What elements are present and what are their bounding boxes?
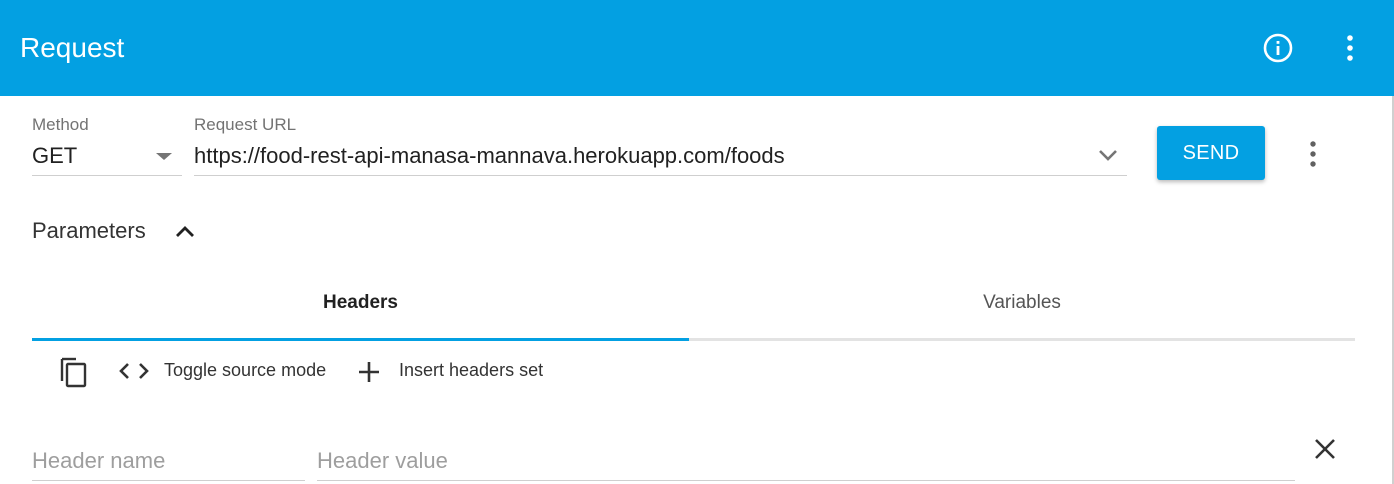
close-icon: [1315, 439, 1335, 459]
header-name-underline: [32, 480, 305, 481]
info-circle-icon: [1263, 33, 1293, 63]
insert-headers-label[interactable]: Insert headers set: [399, 359, 543, 381]
parameters-title: Parameters: [32, 218, 146, 243]
tab-active-indicator: [32, 338, 689, 341]
toggle-source-button[interactable]: [116, 358, 152, 384]
info-button[interactable]: [1258, 28, 1298, 68]
header-value-underline: [317, 480, 1295, 481]
app-bar: Request: [0, 0, 1394, 96]
copy-button[interactable]: [56, 352, 92, 390]
url-label: Request URL: [194, 115, 297, 134]
insert-headers-button[interactable]: [355, 358, 383, 386]
method-underline: [32, 175, 182, 176]
toggle-source-label[interactable]: Toggle source mode: [164, 359, 326, 381]
send-button[interactable]: SEND: [1157, 126, 1265, 180]
app-title: Request: [20, 32, 125, 63]
method-dropdown-arrow-icon[interactable]: [156, 153, 172, 160]
chevron-down-icon: [1099, 150, 1117, 161]
tab-headers[interactable]: Headers: [32, 282, 689, 324]
chevron-up-icon: [176, 226, 194, 237]
url-underline: [194, 175, 1127, 176]
header-value-input[interactable]: Header value: [317, 447, 448, 475]
header-name-input[interactable]: Header name: [32, 447, 165, 475]
plus-icon: [359, 362, 379, 382]
parameters-collapse-button[interactable]: [172, 219, 198, 243]
method-select[interactable]: GET: [32, 142, 77, 170]
remove-header-button[interactable]: [1308, 432, 1342, 466]
request-more-button[interactable]: [1296, 134, 1330, 174]
more-vertical-icon: [1347, 35, 1353, 61]
copy-icon: [60, 357, 87, 388]
url-history-button[interactable]: [1096, 145, 1120, 165]
method-label: Method: [32, 115, 89, 134]
tab-variables[interactable]: Variables: [689, 282, 1355, 324]
app-more-button[interactable]: [1330, 28, 1370, 68]
code-icon: [119, 363, 149, 379]
more-vertical-icon: [1310, 141, 1316, 167]
url-input[interactable]: https://food-rest-api-manasa-mannava.her…: [194, 142, 785, 170]
